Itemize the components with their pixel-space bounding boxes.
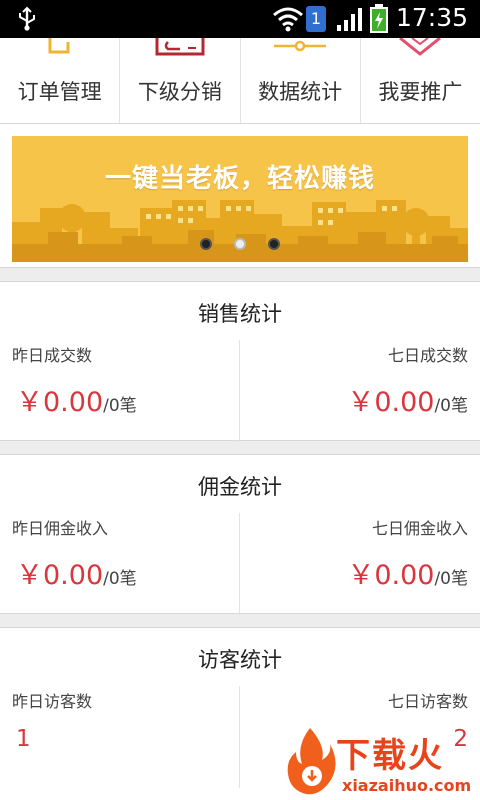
carousel-dot[interactable]	[200, 238, 212, 250]
banner-section: 一键当老板，轻松赚钱	[0, 124, 480, 268]
nav-item-distribution[interactable]: 下级分销	[120, 38, 241, 123]
yesterday-commission: 昨日佣金收入 ￥0.00/0笔	[0, 513, 240, 615]
commission-stats-card: 佣金统计 昨日佣金收入 ￥0.00/0笔 七日佣金收入 ￥0.00/0笔	[0, 454, 480, 615]
stat-value: ￥0.00/0笔	[347, 380, 468, 419]
flame-icon	[287, 728, 336, 795]
count: /0笔	[434, 396, 468, 416]
signal-icon	[337, 8, 362, 31]
nav-label: 下级分销	[137, 80, 222, 104]
statistics-icon	[274, 40, 327, 52]
nav-item-orders[interactable]: 订单管理	[0, 38, 121, 123]
count: /0笔	[103, 396, 137, 416]
card-title: 销售统计	[198, 302, 282, 326]
wifi-icon	[273, 7, 303, 32]
nav-item-promote[interactable]: 我要推广	[361, 38, 480, 123]
watermark-url: xiazaihuo.com	[342, 776, 472, 795]
seven-day-sales: 七日成交数 ￥0.00/0笔	[240, 340, 480, 442]
sales-stats-card: 销售统计 昨日成交数 ￥0.00/0笔 七日成交数 ￥0.00/0笔	[0, 281, 480, 442]
visitor-count: 1	[16, 726, 31, 752]
stat-label: 七日访客数	[387, 692, 468, 711]
promote-icon	[399, 38, 442, 56]
card-title: 佣金统计	[198, 475, 282, 499]
carousel-dot[interactable]	[268, 238, 280, 250]
yesterday-sales: 昨日成交数 ￥0.00/0笔	[0, 340, 240, 442]
stat-value: 1	[16, 726, 31, 752]
usb-icon	[19, 6, 35, 31]
amount: ￥0.00	[347, 387, 435, 418]
status-bar: 1 17:35	[0, 0, 480, 38]
amount: ￥0.00	[16, 387, 104, 418]
stat-value: ￥0.00/0笔	[347, 553, 468, 592]
watermark-text: 下载火	[336, 736, 444, 776]
count: /0笔	[434, 569, 468, 589]
amount: ￥0.00	[16, 560, 104, 591]
nav-item-statistics[interactable]: 数据统计	[241, 38, 361, 123]
nav-label: 数据统计	[258, 80, 343, 104]
sim-icon: 1	[306, 6, 326, 32]
order-icon	[48, 38, 70, 54]
stat-value: ￥0.00/0笔	[16, 553, 137, 592]
banner-slogan: 一键当老板，轻松赚钱	[104, 164, 375, 194]
stat-label: 昨日佣金收入	[12, 519, 109, 538]
stat-label: 七日成交数	[387, 346, 468, 365]
battery-icon	[370, 4, 388, 33]
stat-value: ￥0.00/0笔	[16, 380, 137, 419]
carousel-dot-active[interactable]	[234, 238, 246, 250]
card-title: 访客统计	[198, 648, 282, 672]
count: /0笔	[103, 569, 137, 589]
stat-label: 昨日成交数	[12, 346, 93, 365]
clock: 17:35	[396, 3, 469, 32]
top-nav: 订单管理 下级分销 数据统计 我要推广	[0, 38, 480, 124]
stat-label: 昨日访客数	[12, 692, 93, 711]
watermark-logo: 下载火 xiazaihuo.com	[280, 724, 480, 800]
distribution-icon	[155, 38, 205, 56]
amount: ￥0.00	[347, 560, 435, 591]
yesterday-visitors: 昨日访客数 1	[0, 686, 240, 788]
seven-day-commission: 七日佣金收入 ￥0.00/0笔	[240, 513, 480, 615]
nav-label: 订单管理	[17, 80, 102, 104]
stat-label: 七日佣金收入	[371, 519, 468, 538]
promo-banner[interactable]: 一键当老板，轻松赚钱	[12, 136, 468, 262]
nav-label: 我要推广	[378, 80, 463, 104]
